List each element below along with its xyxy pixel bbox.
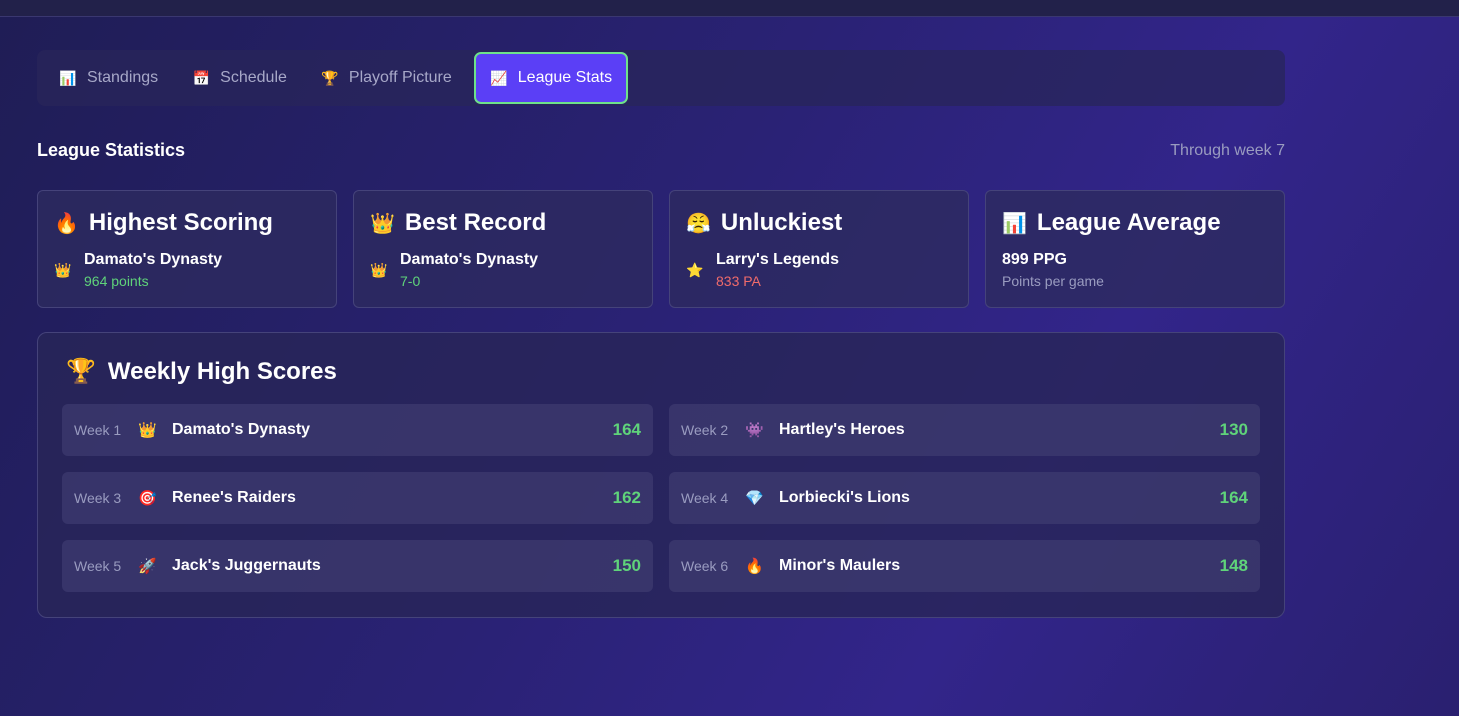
team-name: Minor's Maulers xyxy=(779,557,901,574)
tab-schedule[interactable]: 📅 Schedule xyxy=(178,53,301,103)
list-item: Week 5 🚀 Jack's Juggernauts 150 xyxy=(62,540,653,592)
card-title: Highest Scoring xyxy=(88,209,273,236)
crown-icon: 👑 xyxy=(54,261,72,278)
crown-icon: 👑 xyxy=(370,261,388,278)
calendar-icon: 📅 xyxy=(192,69,210,86)
tab-bar: 📊 Standings 📅 Schedule 🏆 Playoff Picture… xyxy=(37,50,1285,106)
fire-icon: 🔥 xyxy=(745,558,764,575)
card-value: 833 PA xyxy=(716,273,761,289)
gem-icon: 💎 xyxy=(745,490,764,507)
trophy-icon: 🏆 xyxy=(321,69,339,86)
tab-label: Standings xyxy=(87,69,159,86)
score: 130 xyxy=(1219,420,1248,439)
trophy-icon: 🏆 xyxy=(66,358,96,385)
list-item: Week 1 👑 Damato's Dynasty 164 xyxy=(62,404,653,456)
week-label: Week 6 xyxy=(681,558,729,574)
score: 162 xyxy=(612,488,641,507)
trend-chart-icon: 📈 xyxy=(490,69,508,86)
card-title: Unluckiest xyxy=(720,209,843,236)
card-value: 964 points xyxy=(84,273,149,289)
top-bar xyxy=(0,0,1459,17)
card-title: Best Record xyxy=(404,209,547,236)
weekly-high-scores-panel: 🏆 Weekly High Scores Week 1 👑 Damato's D… xyxy=(37,332,1285,618)
card-unluckiest: 😤 Unluckiest ⭐ Larry's Legends 833 PA xyxy=(669,190,969,308)
alien-monster-icon: 👾 xyxy=(745,422,764,439)
card-team-name: Larry's Legends xyxy=(716,251,839,268)
crown-icon: 👑 xyxy=(138,422,157,439)
week-label: Week 1 xyxy=(74,422,122,438)
tab-label: Schedule xyxy=(220,69,287,86)
fire-icon: 🔥 xyxy=(54,212,79,235)
star-icon: ⭐ xyxy=(686,261,704,278)
week-label: Week 4 xyxy=(681,490,729,506)
crown-icon: 👑 xyxy=(370,212,395,235)
card-team-name: Damato's Dynasty xyxy=(400,251,539,268)
section-title: League Statistics xyxy=(37,140,186,160)
weekly-list: Week 1 👑 Damato's Dynasty 164 Week 2 👾 H… xyxy=(62,404,1260,592)
section-header: League Statistics Through week 7 xyxy=(37,140,1285,161)
tab-playoff-picture[interactable]: 🏆 Playoff Picture xyxy=(307,53,466,103)
tab-league-stats[interactable]: 📈 League Stats xyxy=(473,52,629,104)
score: 150 xyxy=(612,556,641,575)
target-icon: 🎯 xyxy=(138,490,157,507)
card-league-average: 📊 League Average 899 PPG Points per game xyxy=(985,190,1285,308)
team-name: Lorbiecki's Lions xyxy=(779,489,910,506)
panel-title: Weekly High Scores xyxy=(107,357,337,385)
card-highest-scoring: 🔥 Highest Scoring 👑 Damato's Dynasty 964… xyxy=(37,190,337,308)
huffing-face-icon: 😤 xyxy=(686,212,711,235)
list-item: Week 4 💎 Lorbiecki's Lions 164 xyxy=(669,472,1260,524)
card-best-record: 👑 Best Record 👑 Damato's Dynasty 7-0 xyxy=(353,190,653,308)
team-name: Jack's Juggernauts xyxy=(172,557,321,574)
bar-chart-icon: 📊 xyxy=(1002,212,1027,235)
rocket-icon: 🚀 xyxy=(138,558,157,575)
card-title: League Average xyxy=(1036,209,1221,236)
score: 164 xyxy=(612,420,641,439)
section-subtitle: Through week 7 xyxy=(1170,141,1285,159)
week-label: Week 3 xyxy=(74,490,122,506)
list-item: Week 3 🎯 Renee's Raiders 162 xyxy=(62,472,653,524)
card-average-value: 899 PPG xyxy=(1002,251,1067,268)
bar-chart-icon: 📊 xyxy=(59,69,77,86)
tab-label: Playoff Picture xyxy=(348,69,452,86)
tab-standings[interactable]: 📊 Standings xyxy=(45,53,172,103)
stat-cards: 🔥 Highest Scoring 👑 Damato's Dynasty 964… xyxy=(37,190,1285,308)
list-item: Week 2 👾 Hartley's Heroes 130 xyxy=(669,404,1260,456)
card-caption: Points per game xyxy=(1002,273,1104,289)
card-value: 7-0 xyxy=(400,273,421,289)
team-name: Renee's Raiders xyxy=(172,489,296,506)
week-label: Week 5 xyxy=(74,558,122,574)
score: 148 xyxy=(1219,556,1248,575)
score: 164 xyxy=(1219,488,1248,507)
team-name: Damato's Dynasty xyxy=(172,421,311,438)
team-name: Hartley's Heroes xyxy=(779,421,905,438)
card-team-name: Damato's Dynasty xyxy=(84,251,223,268)
list-item: Week 6 🔥 Minor's Maulers 148 xyxy=(669,540,1260,592)
tab-label: League Stats xyxy=(517,69,613,86)
week-label: Week 2 xyxy=(681,422,729,438)
